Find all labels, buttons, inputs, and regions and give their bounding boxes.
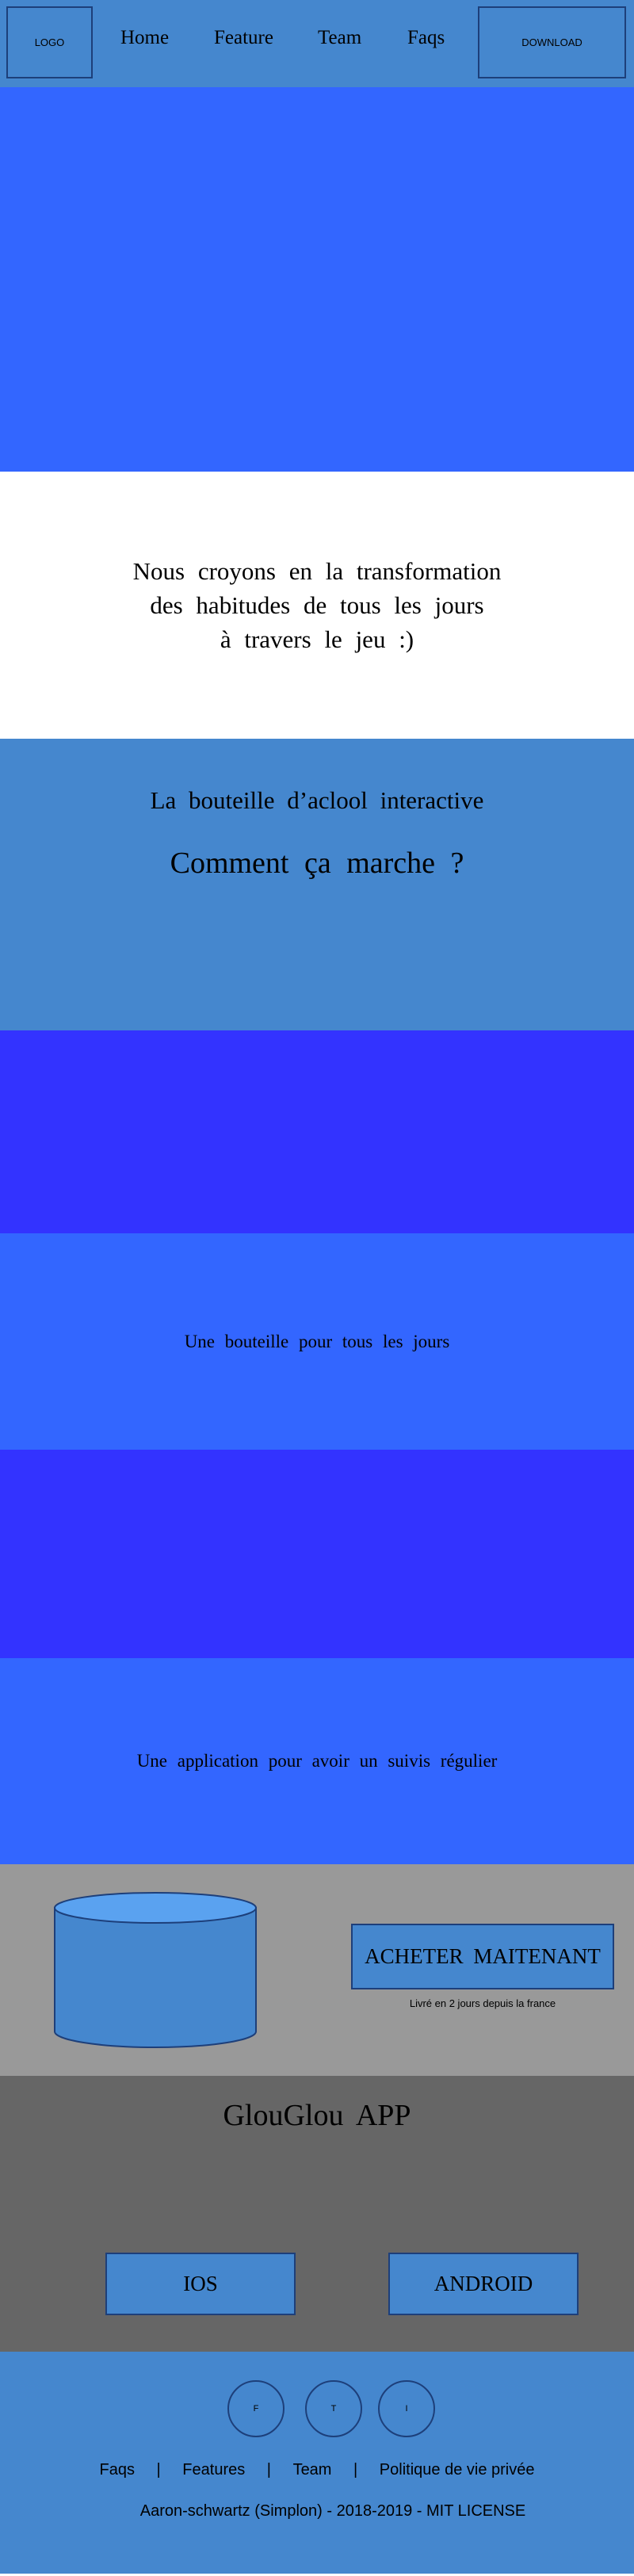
logo[interactable]: LOGO (6, 6, 93, 78)
feature-app-text: Une application pour avoir un suivis rég… (136, 1751, 498, 1771)
feature-bottle-section: Une bouteille pour tous les jours (0, 1233, 634, 1450)
footer-links: Faqs | Features | Team | Politique de vi… (0, 2461, 634, 2479)
how-it-works-title: Comment ça marche ? (170, 847, 464, 880)
how-it-works-section: La bouteille d’aclool interactive Commen… (0, 739, 634, 1030)
cylinder-body (54, 1907, 257, 2048)
instagram-icon[interactable]: I (378, 2380, 435, 2437)
feature-app-section: Une application pour avoir un suivis rég… (0, 1658, 634, 1864)
belief-section: Nous croyons en la transformation des ha… (0, 472, 634, 739)
product-subtitle: La bouteille d’aclool interactive (150, 786, 484, 814)
nav-team-link[interactable]: Team (318, 27, 361, 49)
feature-image-app (0, 1450, 634, 1658)
product-section: ACHETER MAITENANT Livré en 2 jours depui… (0, 1864, 634, 2076)
ios-button[interactable]: IOS (105, 2253, 296, 2315)
app-section: GlouGlou APP IOS ANDROID (0, 2076, 634, 2352)
belief-line: à travers le jeu :) (220, 625, 414, 653)
footer-separator: | (353, 2461, 358, 2479)
hero-banner (0, 87, 634, 472)
nav-faqs-link[interactable]: Faqs (407, 27, 445, 49)
belief-line: des habitudes de tous les jours (150, 591, 484, 619)
footer-link-privacy[interactable]: Politique de vie privée (380, 2461, 535, 2479)
nav-home-link[interactable]: Home (120, 27, 169, 49)
belief-line: Nous croyons en la transformation (132, 557, 502, 585)
footer-link-team[interactable]: Team (293, 2461, 332, 2479)
footer-separator: | (156, 2461, 161, 2479)
feature-bottle-text: Une bouteille pour tous les jours (184, 1331, 450, 1351)
cylinder-top (54, 1892, 257, 1924)
download-button[interactable]: DOWNLOAD (478, 6, 626, 78)
site-header: LOGO Home Feature Team Faqs DOWNLOAD (0, 0, 634, 87)
app-title: GlouGlou APP (223, 2099, 411, 2132)
nav-feature-link[interactable]: Feature (214, 27, 273, 49)
footer-link-faqs[interactable]: Faqs (100, 2461, 135, 2479)
footer-separator: | (266, 2461, 271, 2479)
facebook-icon[interactable]: F (227, 2380, 285, 2437)
site-footer: F T I Faqs | Features | Team | Politique… (0, 2352, 634, 2574)
buy-now-button[interactable]: ACHETER MAITENANT (351, 1924, 614, 1989)
feature-image-bottle (0, 1030, 634, 1233)
footer-link-features[interactable]: Features (182, 2461, 245, 2479)
belief-statement: Nous croyons en la transformation des ha… (133, 554, 502, 656)
license-text: Aaron-schwartz (Simplon) - 2018-2019 - M… (139, 2502, 526, 2520)
twitter-icon[interactable]: T (305, 2380, 362, 2437)
bottle-cylinder (54, 1892, 257, 2048)
delivery-note: Livré en 2 jours depuis la france (409, 1997, 556, 2009)
android-button[interactable]: ANDROID (388, 2253, 579, 2315)
